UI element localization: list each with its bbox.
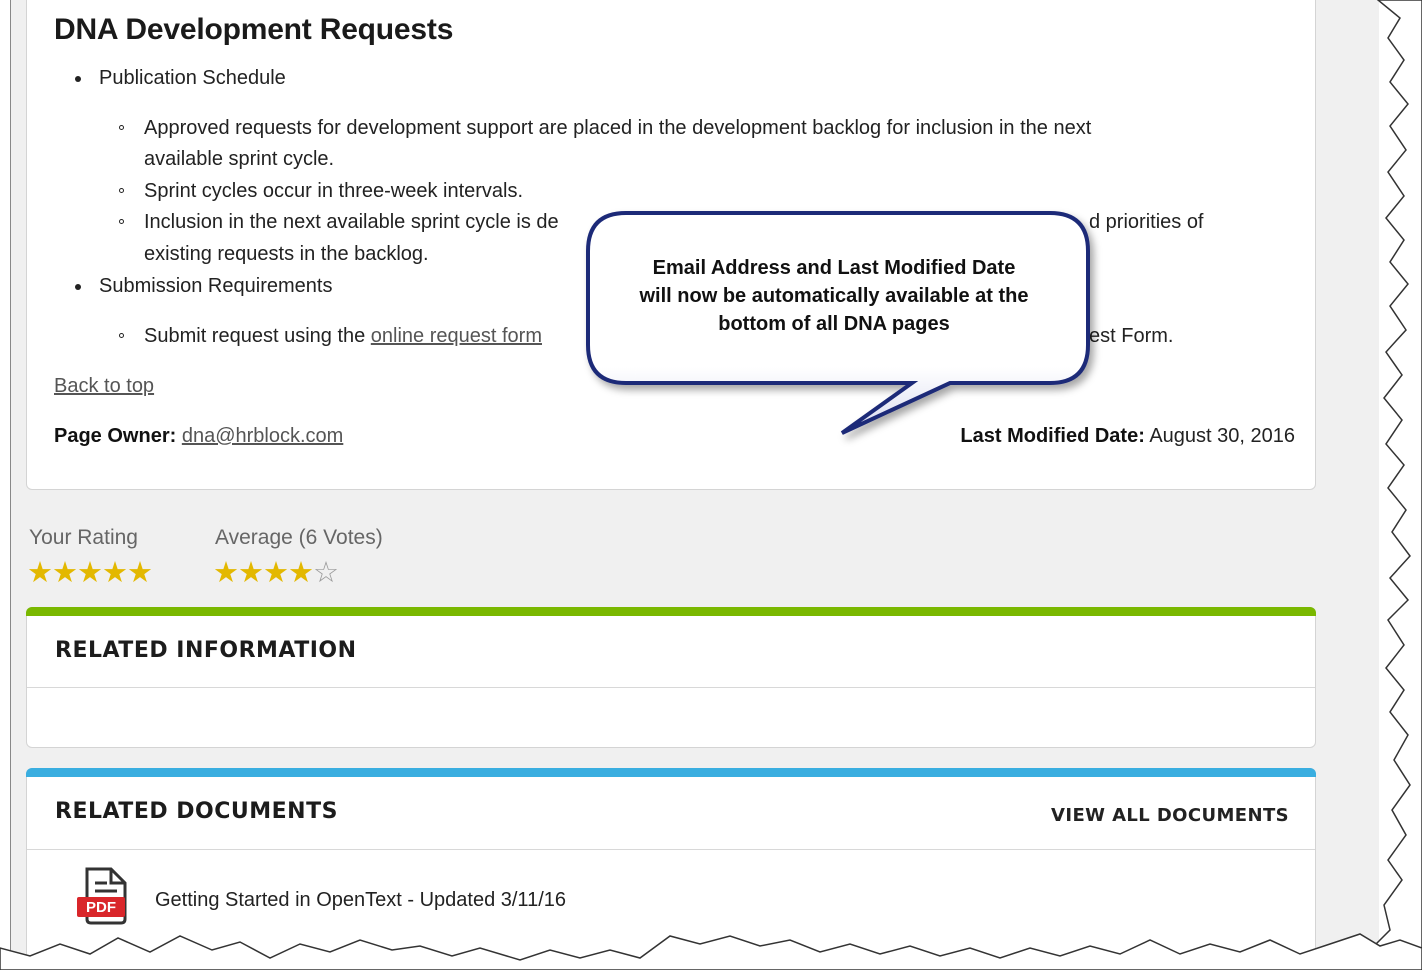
view-all-documents-link[interactable]: VIEW ALL DOCUMENTS <box>1051 805 1289 826</box>
star-empty-icon: ☆ <box>313 557 339 589</box>
back-to-top: Back to top <box>54 371 154 402</box>
related-information-title: RELATED INFORMATION <box>55 638 357 663</box>
callout-text: Email Address and Last Modified Date wil… <box>594 254 1074 338</box>
section-accent-bar <box>26 768 1316 777</box>
last-modified-value: August 30, 2016 <box>1149 425 1295 447</box>
online-request-form-link[interactable]: online request form <box>371 325 542 347</box>
section-accent-bar <box>26 607 1316 616</box>
sub-item-continued: available sprint cycle. <box>144 144 334 175</box>
sub-item-text: available sprint cycle. <box>144 148 335 170</box>
star-filled-icon[interactable]: ★ <box>52 557 78 589</box>
star-filled-icon[interactable]: ★ <box>127 557 153 589</box>
your-rating-stars[interactable]: ★★★★★ <box>27 556 153 590</box>
content-card: DNA Development Requests Publication Sch… <box>26 0 1316 490</box>
bullet-label: Submission Requirements <box>99 275 333 297</box>
sub-bullet <box>119 125 124 130</box>
sub-item-text: Sprint cycles occur in three-week interv… <box>144 180 524 202</box>
page-viewport: DNA Development Requests Publication Sch… <box>10 0 1379 970</box>
bullet-publication-schedule: Publication Schedule <box>75 63 286 94</box>
sub-item-text-fragment: est Form. <box>1089 321 1173 352</box>
star-filled-icon: ★ <box>213 557 239 589</box>
sub-bullet <box>119 219 124 224</box>
related-documents-panel: RELATED DOCUMENTS VIEW ALL DOCUMENTS PDF… <box>26 768 1316 970</box>
sub-item-text: d priorities of <box>1089 211 1204 233</box>
sub-item-text: Inclusion in the next available sprint c… <box>144 211 559 233</box>
sub-item: Submit request using the online request … <box>119 321 542 352</box>
section-divider <box>27 687 1315 688</box>
page-owner: Page Owner: dna@hrblock.com <box>54 421 343 452</box>
back-to-top-link[interactable]: Back to top <box>54 375 154 397</box>
star-filled-icon: ★ <box>238 557 264 589</box>
pdf-icon-label: PDF <box>86 899 116 916</box>
callout-line: Email Address and Last Modified Date <box>652 257 1016 279</box>
sub-item-text: existing requests in the backlog. <box>144 243 429 265</box>
callout-line: bottom of all DNA pages <box>718 313 950 335</box>
section-divider <box>27 849 1315 850</box>
star-filled-icon[interactable]: ★ <box>77 557 103 589</box>
document-title[interactable]: Getting Started in OpenText - Updated 3/… <box>155 889 566 912</box>
page-title: DNA Development Requests <box>54 13 454 46</box>
sub-item-text: Submit request using the <box>144 325 371 347</box>
bullet-label: Publication Schedule <box>99 67 286 89</box>
sub-item: Sprint cycles occur in three-week interv… <box>119 176 524 207</box>
sub-item: Approved requests for development suppor… <box>119 113 1092 144</box>
related-information-panel: RELATED INFORMATION <box>26 607 1316 748</box>
average-rating-stars: ★★★★☆ <box>213 556 339 590</box>
sub-item: Inclusion in the next available sprint c… <box>119 207 559 238</box>
star-filled-icon: ★ <box>288 557 314 589</box>
star-filled-icon[interactable]: ★ <box>102 557 128 589</box>
last-modified: Last Modified Date: August 30, 2016 <box>960 421 1295 452</box>
bullet-dot <box>75 76 81 82</box>
sub-item-continued: existing requests in the backlog. <box>144 239 429 270</box>
bullet-submission-requirements: Submission Requirements <box>75 271 333 302</box>
last-modified-label: Last Modified Date: <box>960 425 1145 447</box>
bullet-dot <box>75 284 81 290</box>
sub-bullet <box>119 188 124 193</box>
related-documents-title: RELATED DOCUMENTS <box>55 799 338 824</box>
your-rating-label: Your Rating <box>29 526 138 549</box>
callout-line: will now be automatically available at t… <box>639 285 1029 307</box>
page-owner-label: Page Owner: <box>54 425 177 447</box>
average-rating-label: Average (6 Votes) <box>215 526 383 549</box>
sub-item-text: est Form. <box>1089 325 1174 347</box>
sub-item-text: Approved requests for development suppor… <box>144 117 1092 139</box>
sub-bullet <box>119 333 124 338</box>
sub-item-text-fragment: d priorities of <box>1089 207 1204 238</box>
pdf-icon: PDF <box>77 867 127 925</box>
star-filled-icon: ★ <box>263 557 289 589</box>
star-filled-icon[interactable]: ★ <box>27 557 53 589</box>
page-owner-email-link[interactable]: dna@hrblock.com <box>182 425 343 447</box>
